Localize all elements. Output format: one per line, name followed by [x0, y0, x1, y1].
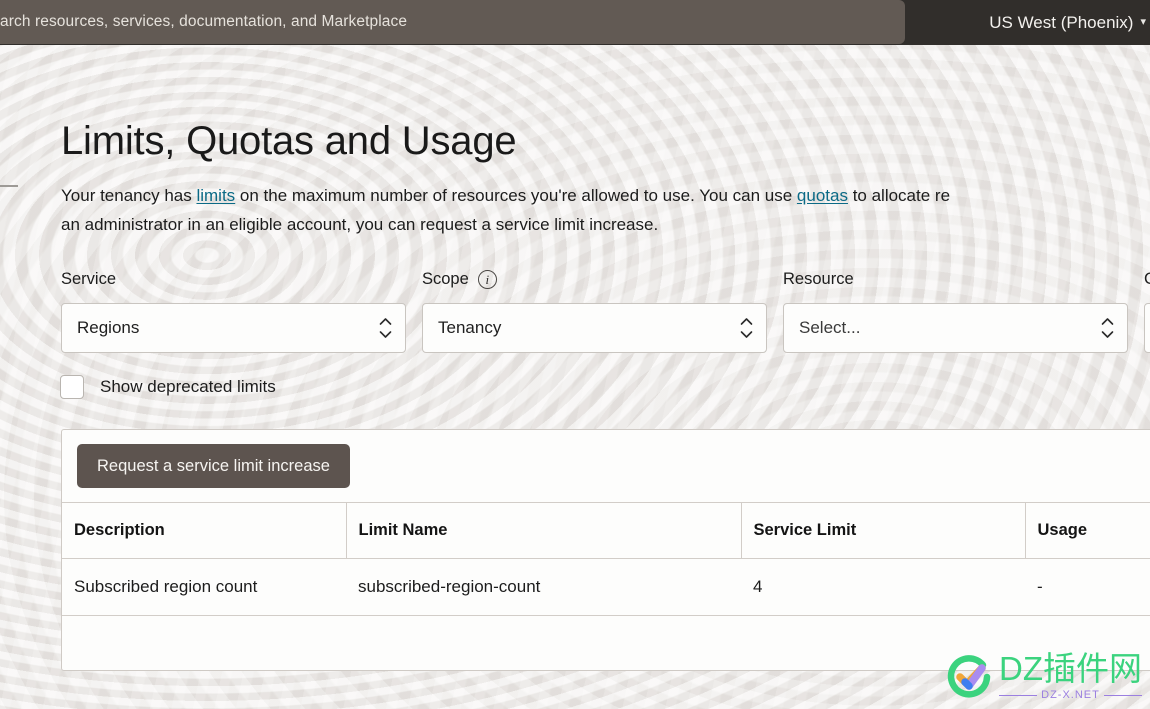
filter-scope: Scope i Tenancy: [422, 267, 783, 353]
limits-table-body: Subscribed region count subscribed-regio…: [62, 558, 1150, 616]
service-select-value: Regions: [77, 318, 140, 337]
limits-table: Description Limit Name Service Limit Usa…: [62, 502, 1150, 616]
column-header-usage[interactable]: Usage: [1024, 502, 1150, 559]
column-header-limit-name[interactable]: Limit Name: [345, 502, 741, 559]
page-title: Limits, Quotas and Usage: [61, 119, 517, 163]
sidebar-collapsed-rail: [0, 185, 18, 187]
intro-text-1: Your tenancy has: [61, 186, 197, 205]
filter-scope-label: Scope i: [422, 267, 783, 291]
filter-resource: Resource Select...: [783, 267, 1144, 353]
filter-compartment: C: [1144, 267, 1150, 353]
filter-service: Service Regions: [61, 267, 422, 353]
console-topbar: arch resources, services, documentation,…: [0, 0, 1150, 45]
filter-resource-label-text: Resource: [783, 269, 854, 288]
cell-usage: -: [1025, 558, 1150, 616]
filter-compartment-label: C: [1144, 267, 1150, 291]
region-label: US West (Phoenix): [989, 12, 1134, 32]
quotas-link[interactable]: quotas: [797, 186, 848, 205]
cell-service-limit: 4: [741, 558, 1025, 616]
cell-limit-name: subscribed-region-count: [346, 558, 741, 616]
filter-resource-label: Resource: [783, 267, 1144, 291]
chevron-down-icon: ▾: [1140, 16, 1146, 28]
column-header-service-limit[interactable]: Service Limit: [740, 502, 1025, 559]
compartment-select[interactable]: [1144, 303, 1150, 353]
global-search-placeholder: arch resources, services, documentation,…: [0, 13, 408, 30]
column-header-description[interactable]: Description: [62, 502, 346, 559]
scope-select-value: Tenancy: [438, 318, 502, 337]
filter-service-label-text: Service: [61, 269, 117, 288]
cell-description: Subscribed region count: [62, 558, 346, 616]
table-header-row: Description Limit Name Service Limit Usa…: [62, 502, 1150, 559]
limits-link[interactable]: limits: [196, 186, 235, 205]
limits-table-head: Description Limit Name Service Limit Usa…: [62, 502, 1150, 559]
service-select[interactable]: Regions: [61, 303, 406, 353]
chevron-updown-icon: [740, 318, 753, 339]
resource-select-value: Select...: [799, 318, 861, 337]
scope-select[interactable]: Tenancy: [422, 303, 767, 353]
region-selector[interactable]: US West (Phoenix) ▾: [989, 0, 1150, 45]
table-footer: [62, 616, 1150, 670]
filter-scope-label-text: Scope: [422, 269, 469, 288]
resource-select[interactable]: Select...: [783, 303, 1128, 353]
global-search-input[interactable]: arch resources, services, documentation,…: [0, 0, 905, 44]
show-deprecated-label: Show deprecated limits: [100, 377, 276, 396]
table-toolbar: Request a service limit increase: [62, 430, 1150, 502]
show-deprecated-checkbox[interactable]: [60, 375, 84, 399]
filter-row: Service Regions Scope i Tenancy Resource…: [61, 267, 1150, 353]
filter-compartment-label-text: C: [1144, 269, 1150, 288]
show-deprecated-row[interactable]: Show deprecated limits: [60, 375, 276, 399]
limits-table-card: Request a service limit increase Descrip…: [61, 429, 1150, 671]
chevron-updown-icon: [1101, 318, 1114, 339]
intro-text-3: to allocate re: [847, 186, 951, 205]
info-icon[interactable]: i: [477, 269, 497, 289]
table-row[interactable]: Subscribed region count subscribed-regio…: [62, 558, 1150, 616]
intro-line-2: an administrator in an eligible account,…: [61, 215, 659, 234]
page-description: Your tenancy has limits on the maximum n…: [61, 181, 1150, 239]
filter-service-label: Service: [61, 267, 422, 291]
request-service-limit-increase-button[interactable]: Request a service limit increase: [77, 444, 350, 488]
intro-text-2: on the maximum number of resources you'r…: [235, 186, 797, 205]
chevron-updown-icon: [379, 318, 392, 339]
